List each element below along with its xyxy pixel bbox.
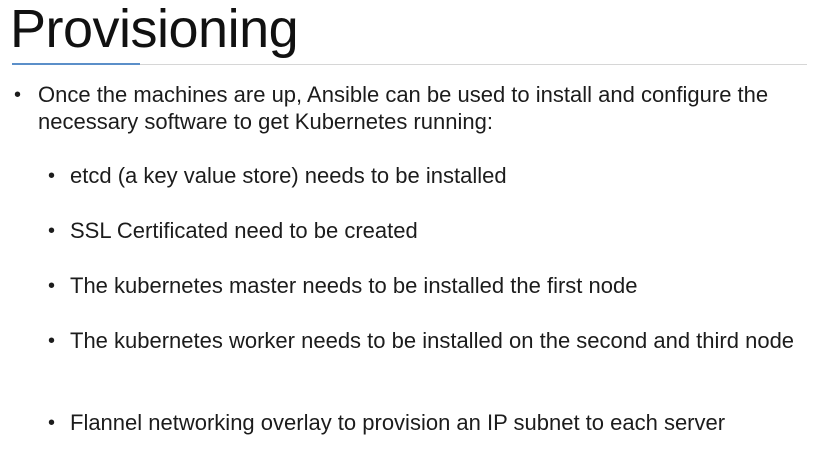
sub-bullet-etcd: • etcd (a key value store) needs to be i…	[48, 162, 808, 190]
sub-bullet-worker: • The kubernetes worker needs to be inst…	[48, 327, 808, 355]
sub-bullet-text: Flannel networking overlay to provision …	[70, 410, 726, 435]
sub-bullet-master: • The kubernetes master needs to be inst…	[48, 272, 808, 300]
slide: Provisioning • Once the machines are up,…	[0, 0, 821, 449]
main-bullet: • Once the machines are up, Ansible can …	[14, 81, 804, 135]
bullet-icon: •	[48, 165, 56, 187]
bullet-icon: •	[14, 84, 22, 106]
sub-bullet-ssl: • SSL Certificated need to be created	[48, 217, 808, 245]
bullet-icon: •	[48, 412, 56, 434]
bullet-icon: •	[48, 220, 56, 242]
bullet-icon: •	[48, 275, 56, 297]
main-bullet-text: Once the machines are up, Ansible can be…	[38, 82, 769, 134]
sub-bullet-flannel: • Flannel networking overlay to provisio…	[48, 409, 808, 437]
bullet-icon: •	[48, 330, 56, 352]
sub-bullet-text: etcd (a key value store) needs to be ins…	[70, 163, 507, 188]
title-accent-rule	[12, 63, 140, 65]
slide-title: Provisioning	[10, 0, 299, 59]
sub-bullet-text: The kubernetes master needs to be instal…	[70, 273, 638, 298]
sub-bullet-text: SSL Certificated need to be created	[70, 218, 418, 243]
sub-bullet-text: The kubernetes worker needs to be instal…	[70, 328, 795, 353]
